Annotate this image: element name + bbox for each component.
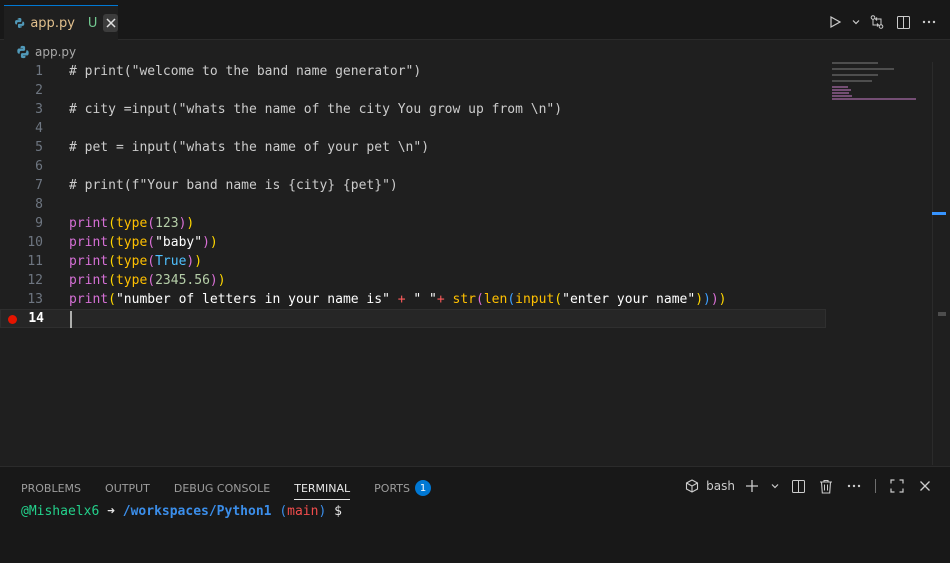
line-number: 7 (35, 178, 43, 193)
breadcrumb-file: app.py (35, 45, 77, 59)
scrollbar-cursor-marker (932, 212, 946, 215)
trash-icon[interactable] (815, 476, 837, 496)
maximize-panel-icon[interactable] (886, 476, 908, 496)
line-number: 2 (35, 83, 43, 98)
code-editor[interactable]: 1 # print("welcome to the band name gene… (0, 62, 950, 465)
code-line[interactable]: 1 # print("welcome to the band name gene… (0, 62, 826, 81)
more-icon[interactable] (843, 476, 865, 496)
tab-ports[interactable]: PORTS 1 (374, 477, 431, 499)
terminal-user: @Mishaelx6 (21, 504, 100, 519)
bottom-panel: PROBLEMS OUTPUT DEBUG CONSOLE TERMINAL P… (0, 466, 950, 563)
terminal-git-branch: main (287, 504, 319, 519)
line-number: 11 (27, 254, 43, 269)
line-number: 6 (35, 159, 43, 174)
code-line[interactable]: 2 (0, 81, 826, 100)
tab-output[interactable]: OUTPUT (105, 477, 150, 499)
breadcrumb[interactable]: app.py (16, 43, 76, 61)
line-text: print(type("baby")) (69, 235, 218, 250)
python-icon (17, 45, 29, 59)
chevron-down-icon[interactable] (769, 476, 781, 496)
breakpoint-icon[interactable] (8, 315, 17, 324)
code-line[interactable]: 3 # city =input("whats the name of the c… (0, 100, 826, 119)
code-line[interactable]: 7 # print(f"Your band name is {city} {pe… (0, 176, 826, 195)
line-text: # print("welcome to the band name genera… (69, 64, 422, 79)
line-number: 13 (27, 292, 43, 307)
code-line[interactable]: 10 print(type("baby")) (0, 233, 826, 252)
terminal-icon (684, 476, 700, 496)
untracked-badge: U (87, 15, 98, 31)
minimap[interactable] (832, 62, 932, 122)
run-icon[interactable] (824, 12, 846, 32)
code-line[interactable]: 8 (0, 195, 826, 214)
tab-label: PROBLEMS (21, 481, 82, 495)
tab-label: OUTPUT (105, 481, 150, 495)
ports-count-badge: 1 (415, 480, 431, 496)
tab-filename: app.py (30, 15, 75, 31)
line-number: 5 (35, 140, 43, 155)
shell-name[interactable]: bash (706, 479, 735, 493)
more-icon[interactable] (918, 12, 940, 32)
tab-terminal[interactable]: TERMINAL (294, 477, 351, 500)
tab-label: PORTS (374, 481, 410, 495)
code-line[interactable]: 12 print(type(2345.56)) (0, 271, 826, 290)
line-text: # city =input("whats the name of the cit… (69, 102, 563, 117)
panel-tabs: PROBLEMS OUTPUT DEBUG CONSOLE TERMINAL P… (21, 477, 431, 500)
editor-actions (824, 12, 940, 32)
tab-debug-console[interactable]: DEBUG CONSOLE (174, 477, 270, 499)
compare-changes-icon[interactable] (866, 12, 888, 32)
chevron-down-icon[interactable] (850, 12, 862, 32)
code-line[interactable]: 5 # pet = input("whats the name of your … (0, 138, 826, 157)
split-editor-icon[interactable] (892, 12, 914, 32)
line-text: print(type(True)) (69, 254, 203, 269)
tab-label: DEBUG CONSOLE (173, 481, 271, 495)
close-icon[interactable] (914, 476, 936, 496)
python-icon (15, 18, 25, 28)
terminal-path: /workspaces/Python1 (122, 504, 272, 519)
line-number: 8 (35, 197, 43, 212)
tab-app-py[interactable]: app.py U (4, 5, 118, 40)
terminal-arrow: ➜ (107, 504, 115, 519)
divider (875, 479, 876, 493)
line-number: 10 (27, 235, 43, 250)
plus-icon[interactable] (741, 476, 763, 496)
line-number: 12 (27, 273, 43, 288)
line-number: 4 (35, 121, 43, 136)
terminal-actions: bash (684, 476, 936, 496)
active-code-line[interactable]: 14 (0, 309, 826, 328)
tab-problems[interactable]: PROBLEMS (21, 477, 81, 499)
split-terminal-icon[interactable] (787, 476, 809, 496)
close-icon[interactable] (103, 14, 118, 32)
code-line[interactable]: 11 print(type(True)) (0, 252, 826, 271)
line-number: 9 (35, 216, 43, 231)
code-line[interactable]: 13 print("number of letters in your name… (0, 290, 826, 309)
terminal-prompt-symbol: $ (334, 504, 342, 519)
line-text: # print(f"Your band name is {city} {pet}… (69, 178, 398, 193)
tab-label: TERMINAL (294, 481, 351, 495)
scrollbar-thumb[interactable] (938, 312, 946, 316)
text-cursor (70, 311, 72, 328)
terminal-prompt[interactable]: @Mishaelx6 ➜ /workspaces/Python1 (main) … (21, 504, 342, 519)
vertical-scrollbar[interactable] (932, 62, 946, 465)
line-text: print(type(123)) (69, 216, 195, 231)
editor-tab-bar: app.py U (0, 0, 950, 40)
code-line[interactable]: 6 (0, 157, 826, 176)
line-text: print(type(2345.56)) (69, 273, 226, 288)
line-text: # pet = input("whats the name of your pe… (69, 140, 430, 155)
code-line[interactable]: 9 print(type(123)) (0, 214, 826, 233)
line-number: 3 (35, 102, 43, 117)
line-text: print("number of letters in your name is… (69, 292, 727, 307)
line-number: 1 (35, 64, 43, 79)
code-line[interactable]: 4 (0, 119, 826, 138)
